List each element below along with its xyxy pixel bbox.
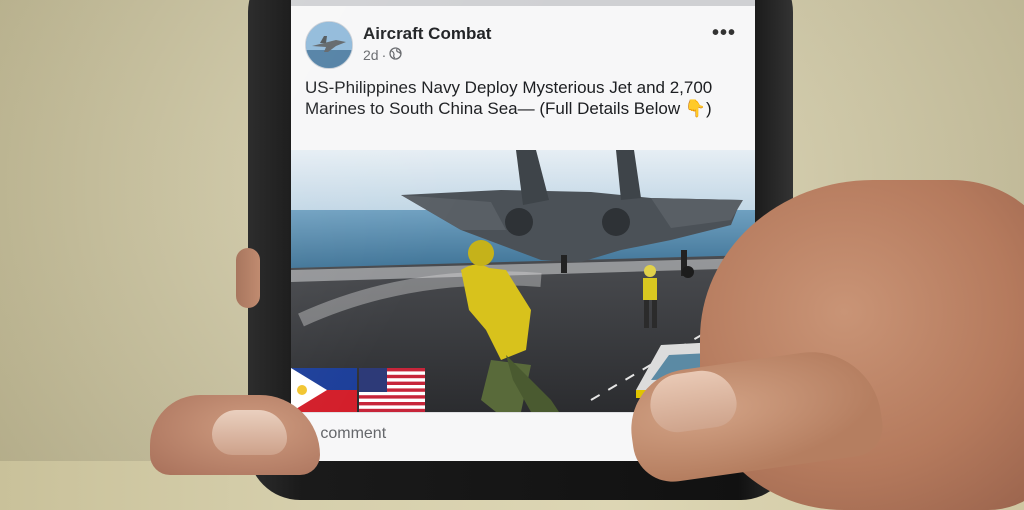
more-options-icon[interactable]: •••: [712, 22, 736, 45]
left-thumbnail: [212, 410, 287, 455]
top-divider: [291, 0, 755, 6]
page-name[interactable]: Aircraft Combat: [363, 24, 491, 44]
left-finger: [236, 248, 260, 308]
post-caption: US-Philippines Navy Deploy Mysterious Je…: [305, 77, 725, 119]
caption-text: US-Philippines Navy Deploy Mysterious Je…: [305, 78, 713, 118]
comments-count[interactable]: 1 comment: [307, 425, 386, 443]
pointing-down-emoji: 👇: [684, 99, 707, 118]
page-avatar[interactable]: [305, 21, 353, 69]
jet-avatar-icon: [306, 22, 352, 68]
post-meta: 2d ·: [363, 47, 402, 63]
meta-separator: ·: [381, 47, 387, 63]
post-timestamp[interactable]: 2d: [363, 47, 379, 63]
caption-end: ): [706, 99, 712, 118]
usa-flag-icon: [359, 368, 425, 412]
globe-icon: [389, 47, 402, 63]
philippines-flag-icon: [291, 368, 357, 412]
